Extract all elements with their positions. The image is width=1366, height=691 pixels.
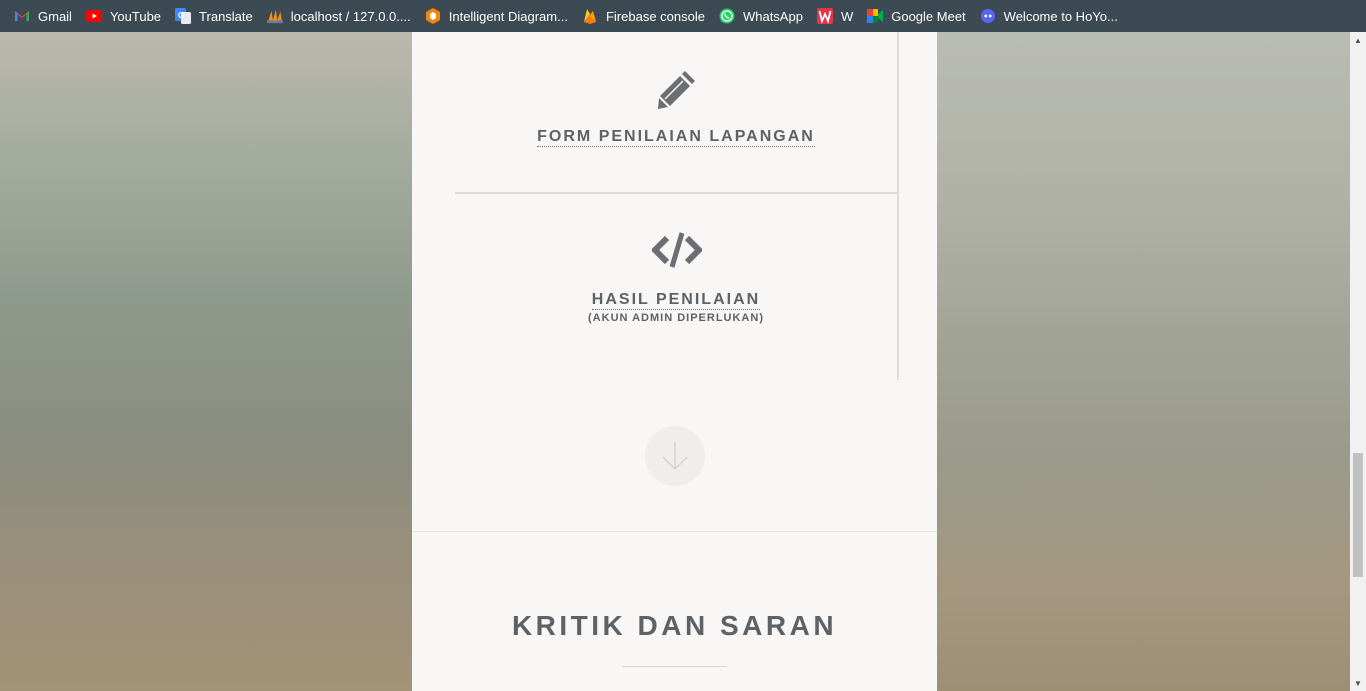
diagram-icon <box>425 8 441 24</box>
vertical-divider <box>897 32 899 380</box>
gmail-icon <box>14 8 30 24</box>
firebase-icon <box>582 8 598 24</box>
hasil-penilaian-link[interactable]: HASIL PENILAIAN <box>412 291 940 310</box>
bookmark-label: WhatsApp <box>742 8 803 24</box>
bookmark-localhost[interactable]: localhost / 127.0.0.... <box>265 4 419 28</box>
bookmark-label: Gmail <box>38 8 72 24</box>
bookmark-label: Google Meet <box>891 8 966 24</box>
bookmark-youtube[interactable]: YouTube <box>84 4 169 28</box>
svg-text:G: G <box>178 11 184 20</box>
bookmark-label: YouTube <box>109 8 162 24</box>
admin-required-note: (AKUN ADMIN DIPERLUKAN) <box>588 312 764 324</box>
form-penilaian-link[interactable]: FORM PENILAIAN LAPANGAN <box>412 128 940 147</box>
bookmark-label: localhost / 127.0.0.... <box>290 8 411 24</box>
page-scrollbar[interactable]: ▲ ▼ <box>1350 32 1366 691</box>
bookmark-w[interactable]: W <box>815 4 861 28</box>
bookmark-google-meet[interactable]: Google Meet <box>865 4 973 28</box>
bookmark-hoyoverse[interactable]: Welcome to HoYo... <box>978 4 1126 28</box>
scroll-up-arrow[interactable]: ▲ <box>1350 32 1366 48</box>
translate-icon: G <box>175 8 192 24</box>
bookmark-intelligent-diagram[interactable]: Intelligent Diagram... <box>423 4 576 28</box>
background-left <box>0 32 412 691</box>
w-icon <box>816 8 833 24</box>
youtube-icon <box>85 8 102 24</box>
hasil-penilaian-label[interactable]: HASIL PENILAIAN <box>591 291 761 310</box>
bookmark-label: Firebase console <box>605 8 705 24</box>
phpmyadmin-icon <box>266 8 283 24</box>
code-icon <box>652 232 702 268</box>
scrollbar-thumb[interactable] <box>1353 453 1363 577</box>
bookmark-gmail[interactable]: Gmail <box>12 4 80 28</box>
title-underline <box>622 666 727 667</box>
bookmark-translate[interactable]: G Translate <box>173 4 261 28</box>
form-penilaian-label[interactable]: FORM PENILAIAN LAPANGAN <box>537 128 815 147</box>
bookmark-whatsapp[interactable]: WhatsApp <box>717 4 811 28</box>
bookmark-label: Intelligent Diagram... <box>448 8 568 24</box>
bookmark-label: Welcome to HoYo... <box>1003 8 1118 24</box>
scroll-down-arrow[interactable]: ▼ <box>1350 675 1366 691</box>
whatsapp-icon <box>719 8 735 24</box>
hoyoverse-icon <box>980 8 996 24</box>
arrow-down-icon <box>662 442 688 471</box>
section-divider <box>412 531 937 532</box>
section-title: KRITIK DAN SARAN <box>511 610 838 641</box>
horizontal-divider <box>455 192 898 194</box>
pencil-icon <box>658 71 695 109</box>
bookmarks-bar: Gmail YouTube G Translate localhost / 12… <box>0 0 1366 32</box>
background-right <box>937 32 1350 691</box>
bookmark-label: W <box>840 8 854 24</box>
bookmark-label: Translate <box>199 8 253 24</box>
google-meet-icon <box>867 8 884 24</box>
scroll-down-button[interactable] <box>645 426 705 486</box>
bookmark-firebase[interactable]: Firebase console <box>580 4 713 28</box>
content-panel: FORM PENILAIAN LAPANGAN HASIL PENILAIAN … <box>412 32 937 691</box>
